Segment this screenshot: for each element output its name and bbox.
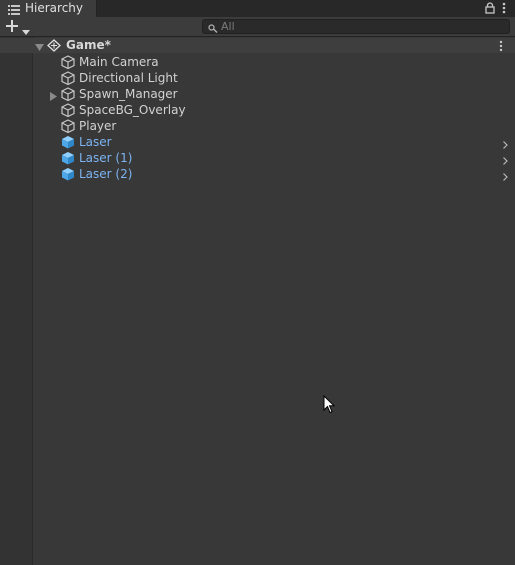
mouse-cursor-icon [323,394,336,417]
search-field[interactable] [202,19,510,34]
item-label: SpaceBG_Overlay [79,103,186,117]
caret-down-icon [22,24,30,38]
tab-title: Hierarchy [25,1,84,15]
hierarchy-item-laser-1[interactable]: Laser (1) [0,150,515,166]
hierarchy-item-spacebg-overlay[interactable]: SpaceBG_Overlay [0,102,515,118]
hierarchy-item-player[interactable]: Player [0,118,515,134]
search-icon [208,22,218,36]
scene-name: Game* [66,38,111,52]
item-label: Laser [79,135,112,149]
item-label: Laser (2) [79,167,133,181]
chevron-right-icon[interactable] [503,170,508,184]
plus-icon [6,20,18,35]
tab-hierarchy[interactable]: Hierarchy [0,0,97,17]
item-label: Laser (1) [79,151,133,165]
hierarchy-window: Hierarchy All Game* Main Camera Directio… [0,0,515,565]
toolbar [0,17,515,37]
scene-row[interactable]: Game* [0,38,515,53]
search-input[interactable] [221,20,501,33]
item-label: Directional Light [79,71,178,85]
lock-icon[interactable] [485,2,495,17]
expand-arrow-icon[interactable] [35,41,44,55]
kebab-menu-icon[interactable] [502,2,506,17]
scene-menu-icon[interactable] [499,40,503,55]
hierarchy-item-directional-light[interactable]: Directional Light [0,70,515,86]
item-label: Spawn_Manager [79,87,178,101]
tab-bar: Hierarchy [0,0,515,17]
prefab-cube-icon [61,167,75,184]
create-dropdown-button[interactable] [6,19,34,35]
unity-scene-icon [47,39,61,55]
list-icon [8,4,20,18]
item-label: Player [79,119,117,133]
item-label: Main Camera [79,55,159,69]
hierarchy-item-main-camera[interactable]: Main Camera [0,54,515,70]
hierarchy-item-laser[interactable]: Laser [0,134,515,150]
hierarchy-item-spawn-manager[interactable]: Spawn_Manager [0,86,515,102]
hierarchy-item-laser-2[interactable]: Laser (2) [0,166,515,182]
